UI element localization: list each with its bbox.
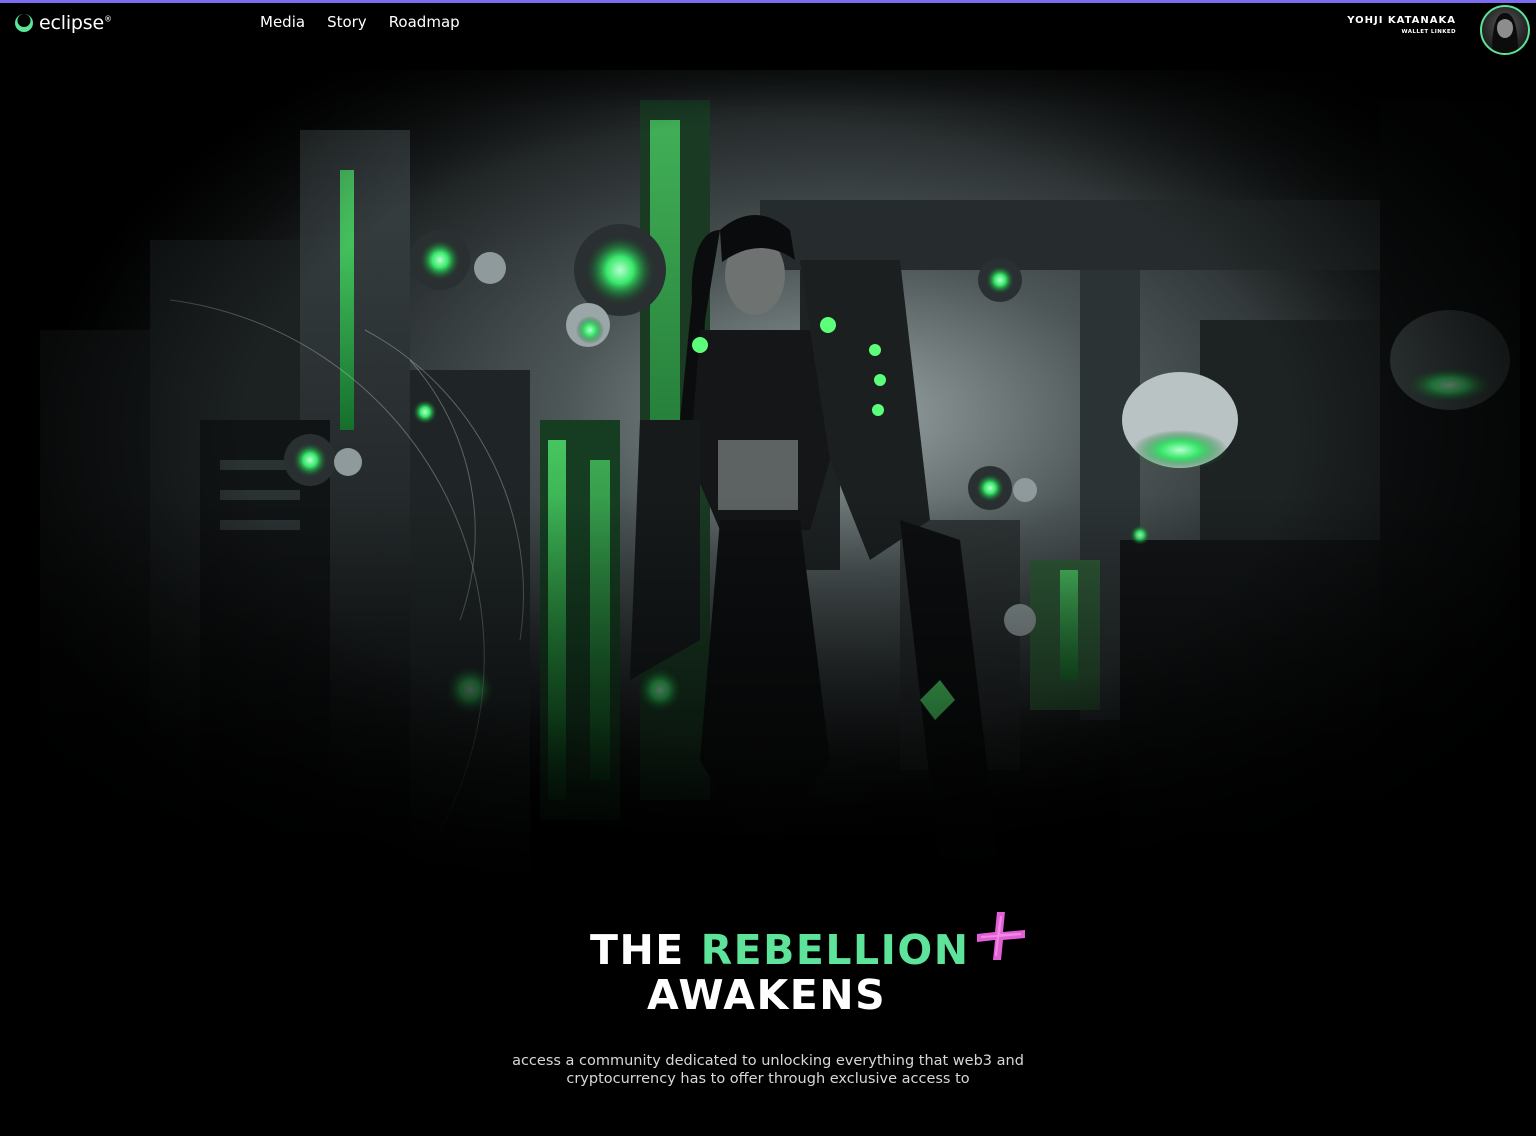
brand-logo[interactable]: eclipse®	[14, 12, 112, 34]
avatar[interactable]	[1480, 5, 1530, 55]
cross-sparkle-icon	[977, 912, 1025, 960]
user-name: YOHJI KATANAKA	[1347, 15, 1456, 26]
brand-name: eclipse®	[39, 12, 112, 34]
headline-accent-word: REBELLION	[700, 926, 970, 974]
wallet-status: WALLET LINKED	[1401, 29, 1456, 35]
hero-subtitle: access a community dedicated to unlockin…	[0, 1052, 1536, 1088]
site-header: eclipse® Media Story Roadmap YOHJI KATAN…	[0, 3, 1536, 63]
headline-line-2: AWAKENS	[647, 971, 887, 1019]
trademark-mark: ®	[103, 14, 112, 24]
nav-item-roadmap[interactable]: Roadmap	[389, 13, 460, 31]
top-accent-bar	[0, 0, 1536, 3]
hero-artwork	[0, 0, 1536, 900]
eclipse-logo-icon	[14, 13, 34, 33]
user-info[interactable]: YOHJI KATANAKA WALLET LINKED	[1347, 15, 1456, 35]
main-nav: Media Story Roadmap	[260, 13, 460, 31]
subtitle-line-1: access a community dedicated to unlockin…	[512, 1053, 1024, 1069]
nav-item-media[interactable]: Media	[260, 13, 305, 31]
page: eclipse® Media Story Roadmap YOHJI KATAN…	[0, 0, 1536, 1136]
headline-line-1: THE REBELLION	[590, 926, 970, 974]
subtitle-line-2: cryptocurrency has to offer through excl…	[566, 1071, 970, 1087]
nav-item-story[interactable]: Story	[327, 13, 367, 31]
